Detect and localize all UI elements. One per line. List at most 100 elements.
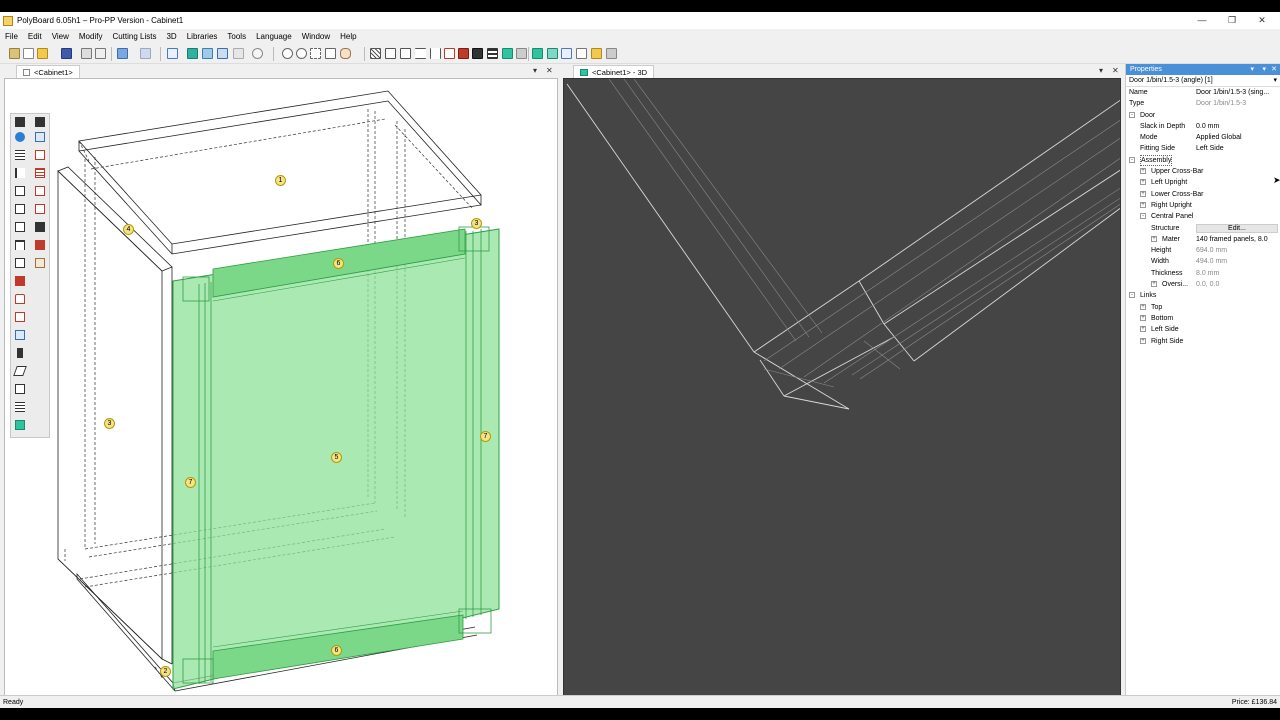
expand-icon[interactable]: + [1140, 314, 1146, 321]
group-left-upright[interactable]: + Left Upright [1126, 177, 1280, 188]
part-label[interactable]: 7 [185, 477, 196, 488]
open-folder-icon[interactable] [37, 48, 48, 59]
pin-icon[interactable]: ▾ [1262, 64, 1266, 75]
hidden-lines-icon[interactable] [576, 48, 587, 59]
restore-icon[interactable]: ❐ [1218, 12, 1246, 29]
part-label[interactable]: 2 [160, 666, 171, 677]
cupboard-icon[interactable] [15, 276, 25, 286]
leg-icon[interactable] [17, 348, 23, 358]
close-tab-icon[interactable]: ✕ [1112, 65, 1119, 77]
settings-icon[interactable] [606, 48, 617, 59]
group-upper-cross-bar[interactable]: + Upper Cross-Bar [1126, 166, 1280, 177]
door-green-icon[interactable] [502, 48, 513, 59]
corner-icon[interactable] [15, 312, 25, 322]
expand-icon[interactable]: + [1140, 303, 1146, 310]
new-document-icon[interactable] [23, 48, 34, 59]
zoom-window-icon[interactable] [310, 48, 321, 59]
tab-cabinet1-2d[interactable]: <Cabinet1> [16, 65, 80, 78]
cabinet-drawing[interactable] [5, 79, 558, 703]
arrow-back-icon[interactable] [444, 48, 455, 59]
globe-icon[interactable] [15, 132, 25, 142]
group-link-top[interactable]: + Top [1126, 302, 1280, 313]
part-label[interactable]: 1 [275, 175, 286, 186]
menu-edit[interactable]: Edit [28, 32, 42, 41]
part-label[interactable]: 6 [333, 258, 344, 269]
collapse-icon[interactable]: - [1129, 111, 1135, 118]
expand-icon[interactable]: + [1140, 168, 1146, 175]
glass-door-icon[interactable] [35, 204, 45, 214]
frame-door-icon[interactable] [15, 204, 25, 214]
save-icon[interactable] [61, 48, 72, 59]
group-link-left-side[interactable]: + Left Side [1126, 324, 1280, 335]
collapse-icon[interactable]: - [1129, 292, 1135, 299]
tab-cabinet1-3d[interactable]: <Cabinet1> - 3D [573, 65, 655, 78]
group-central-panel[interactable]: - Central Panel [1126, 211, 1280, 222]
prop-row-fitting-side[interactable]: Fitting Side Left Side [1126, 143, 1280, 154]
back-panel-icon[interactable] [15, 222, 25, 232]
zoom-extents-icon[interactable] [325, 48, 336, 59]
3d-preview-icon[interactable] [15, 420, 25, 430]
pan-hand-icon[interactable] [340, 48, 351, 59]
group-link-bottom[interactable]: + Bottom [1126, 313, 1280, 324]
chevron-down-icon[interactable]: ▾ [1250, 64, 1254, 75]
list-icon[interactable] [487, 48, 498, 59]
shape-icon[interactable] [15, 330, 25, 340]
group-lower-cross-bar[interactable]: + Lower Cross-Bar [1126, 189, 1280, 200]
vertical-dimension-icon[interactable] [430, 48, 441, 59]
cut-tool-icon[interactable] [35, 132, 45, 142]
move-tool-icon[interactable] [15, 384, 25, 394]
hardware-icon[interactable] [35, 240, 45, 250]
menu-libraries[interactable]: Libraries [187, 32, 218, 41]
menu-help[interactable]: Help [340, 32, 356, 41]
wireframe-3d[interactable] [564, 79, 1121, 703]
multi-cabinet-icon[interactable] [217, 48, 228, 59]
zoom-out-icon[interactable] [296, 48, 307, 59]
drawing-view-2d[interactable]: 1 2 3 3 4 5 6 6 7 7 [4, 78, 558, 703]
menu-tools[interactable]: Tools [227, 32, 246, 41]
fitting-icon[interactable] [35, 258, 45, 268]
menu-window[interactable]: Window [302, 32, 330, 41]
menu-language[interactable]: Language [256, 32, 292, 41]
pencil-icon[interactable] [385, 48, 396, 59]
part-label[interactable]: 3 [471, 218, 482, 229]
drawers-icon[interactable] [35, 168, 45, 178]
part-label[interactable]: 3 [104, 418, 115, 429]
edit-structure-button[interactable]: Edit... [1196, 223, 1278, 233]
shelves-icon[interactable] [15, 150, 25, 160]
chevron-down-icon[interactable]: ▾ [1273, 75, 1277, 87]
menu-cutting-lists[interactable]: Cutting Lists [112, 32, 156, 41]
expand-icon[interactable]: + [1140, 190, 1146, 197]
select-tool-icon[interactable] [167, 48, 178, 59]
prop-row-oversize[interactable]: + Oversi... 0.0, 0.0 [1126, 279, 1280, 290]
parallelogram-icon[interactable] [13, 366, 27, 376]
chevron-down-icon[interactable]: ▾ [533, 65, 537, 77]
menu-view[interactable]: View [52, 32, 69, 41]
minimize-icon[interactable]: — [1188, 12, 1216, 29]
prop-row-width[interactable]: Width 494.0 mm [1126, 256, 1280, 267]
plinth-icon[interactable] [15, 240, 25, 250]
options-icon[interactable] [516, 48, 527, 59]
redo-icon[interactable] [140, 48, 151, 59]
expand-icon[interactable]: + [1140, 201, 1146, 208]
library-icon[interactable] [202, 48, 213, 59]
view-3d[interactable] [563, 78, 1121, 703]
3d-solid-icon[interactable] [547, 48, 558, 59]
undo-icon[interactable] [117, 48, 128, 59]
panel-icon[interactable] [35, 150, 45, 160]
expand-icon[interactable]: + [1151, 235, 1157, 242]
expand-icon[interactable]: + [1140, 179, 1146, 186]
layers-icon[interactable] [15, 402, 25, 412]
print-icon[interactable] [81, 48, 92, 59]
expand-icon[interactable]: + [1140, 337, 1146, 344]
prop-row-type[interactable]: Type Door 1/bin/1.5-3 [1126, 98, 1280, 109]
part-label[interactable]: 6 [331, 645, 342, 656]
wireframe-icon[interactable] [561, 48, 572, 59]
double-door-icon[interactable] [35, 186, 45, 196]
drawer-icon[interactable] [458, 48, 469, 59]
prop-row-mode[interactable]: Mode Applied Global [1126, 132, 1280, 143]
group-right-upright[interactable]: + Right Upright [1126, 200, 1280, 211]
prop-row-thickness[interactable]: Thickness 8.0 mm [1126, 268, 1280, 279]
collapse-icon[interactable]: - [1140, 213, 1146, 220]
part-label[interactable]: 7 [480, 431, 491, 442]
group-link-right-side[interactable]: + Right Side [1126, 336, 1280, 347]
